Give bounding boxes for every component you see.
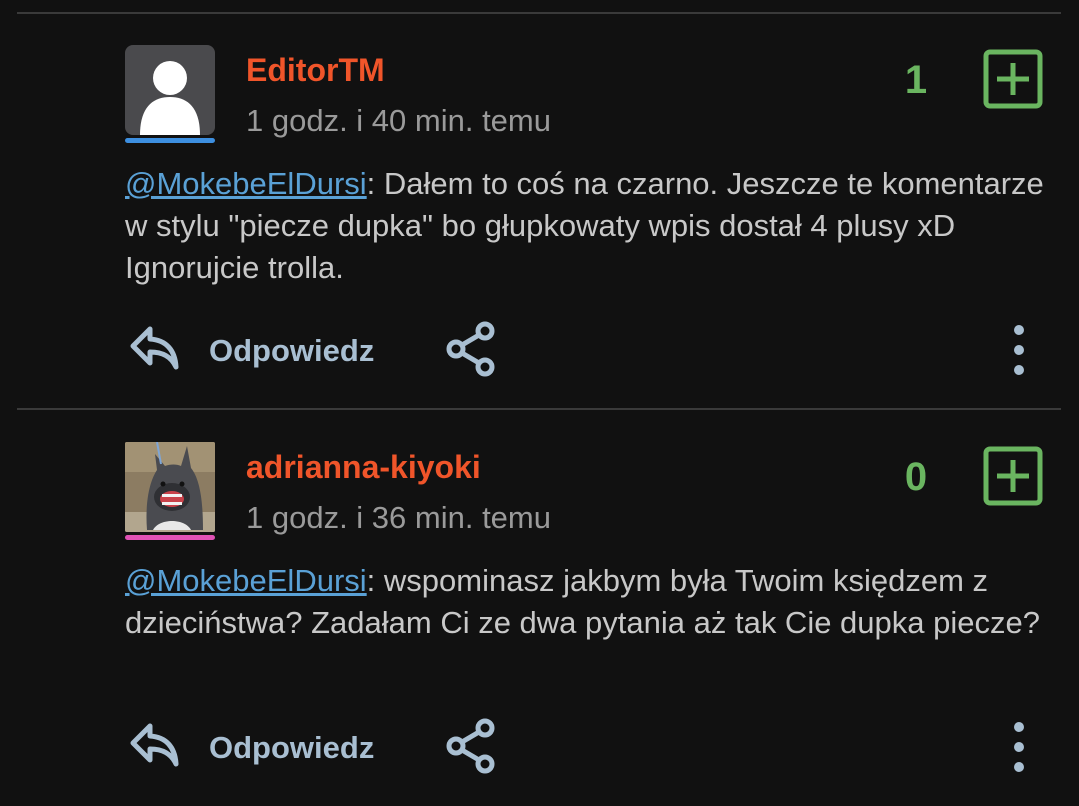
user-silhouette-icon xyxy=(140,61,200,135)
dog-photo-icon xyxy=(125,442,215,532)
reply-icon[interactable] xyxy=(128,323,182,373)
comment-time: 1 godz. i 36 min. temu xyxy=(246,500,551,535)
user-mention-link[interactable]: @MokebeElDursi xyxy=(125,563,367,598)
avatar[interactable] xyxy=(125,45,215,135)
vote-count: 1 xyxy=(904,58,928,102)
comment-time: 1 godz. i 40 min. temu xyxy=(246,103,551,138)
comment-body: @MokebeElDursi: wspominasz jakbym była T… xyxy=(125,560,1045,644)
reply-button[interactable]: Odpowiedz xyxy=(209,730,374,766)
avatar[interactable] xyxy=(125,442,215,532)
more-options-icon[interactable] xyxy=(1008,324,1030,376)
divider xyxy=(17,12,1061,14)
share-icon[interactable] xyxy=(444,718,498,774)
more-options-icon[interactable] xyxy=(1008,721,1030,773)
upvote-plus-button[interactable] xyxy=(983,446,1043,506)
comment-body: @MokebeElDursi: Dałem to coś na czarno. … xyxy=(125,163,1045,289)
avatar-underline xyxy=(125,138,215,143)
reply-icon[interactable] xyxy=(128,720,182,770)
author-name[interactable]: EditorTM xyxy=(246,52,385,89)
divider xyxy=(17,408,1061,410)
author-name[interactable]: adrianna-kiyoki xyxy=(246,449,481,486)
user-mention-link[interactable]: @MokebeElDursi xyxy=(125,166,367,201)
vote-count: 0 xyxy=(904,455,928,499)
reply-button[interactable]: Odpowiedz xyxy=(209,333,374,369)
share-icon[interactable] xyxy=(444,321,498,377)
upvote-plus-button[interactable] xyxy=(983,49,1043,109)
comments-page: EditorTM 1 godz. i 40 min. temu 1 @Mokeb… xyxy=(0,0,1079,806)
avatar-underline xyxy=(125,535,215,540)
